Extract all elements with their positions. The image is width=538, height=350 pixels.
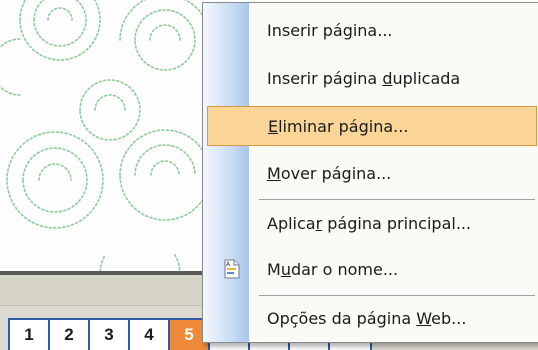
menu-item-label: Mudar o nome...	[267, 260, 399, 279]
menu-item-eliminar-pagina[interactable]: Eliminar página...	[207, 106, 537, 146]
menu-item-label: Opções da página Web...	[267, 309, 467, 328]
menu-item-label: Inserir página duplicada	[267, 69, 461, 88]
menu-item-inserir-pagina[interactable]: Inserir página...	[207, 11, 537, 51]
menu-item-label: Mover página...	[267, 164, 392, 183]
menu-separator	[259, 199, 535, 200]
menu-item-mudar-o-nome[interactable]: A Mudar o nome...	[207, 250, 537, 290]
page-tab-3[interactable]: 3	[90, 320, 130, 350]
page-tab-2[interactable]: 2	[50, 320, 90, 350]
page-context-menu: Inserir página... Inserir página duplica…	[202, 2, 538, 343]
rename-icon: A	[223, 259, 241, 279]
menu-item-mover-pagina[interactable]: Mover página...	[207, 154, 537, 194]
menu-item-opcoes-da-pagina-web[interactable]: Opções da página Web...	[207, 299, 537, 339]
menu-item-inserir-pagina-duplicada[interactable]: Inserir página duplicada	[207, 59, 537, 99]
page-tab-1[interactable]: 1	[10, 320, 50, 350]
menu-item-label: Inserir página...	[267, 21, 393, 40]
page-tab-4[interactable]: 4	[130, 320, 170, 350]
menu-item-label: Eliminar página...	[268, 117, 409, 136]
menu-separator	[259, 295, 535, 296]
menu-item-aplicar-pagina-principal[interactable]: Aplicar página principal...	[207, 204, 537, 244]
menu-item-label: Aplicar página principal...	[267, 214, 472, 233]
